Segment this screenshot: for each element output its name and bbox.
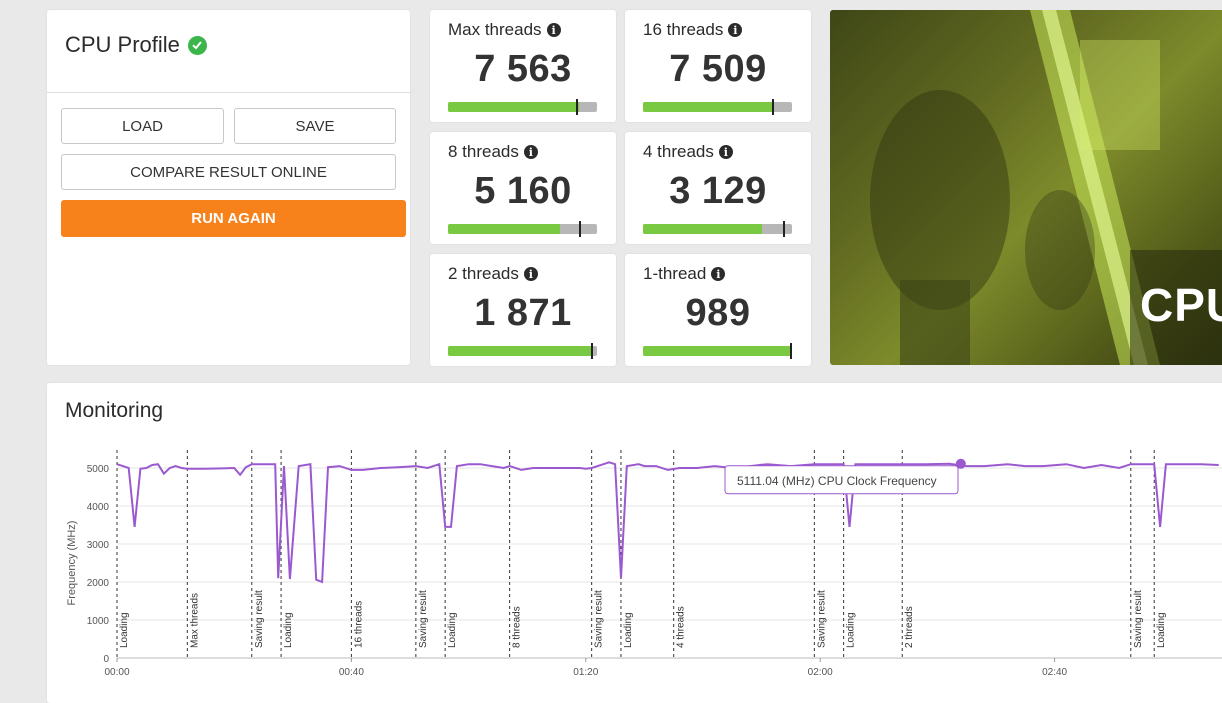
load-button[interactable]: LOAD <box>61 108 224 144</box>
cpu-profile-card: CPU Profile LOAD SAVE COMPARE RESULT ONL… <box>47 10 410 365</box>
score-bar-fill <box>448 224 560 234</box>
phase-marker-label: 4 threads <box>676 606 687 648</box>
score-bar-marker <box>790 343 792 359</box>
divider <box>47 92 410 93</box>
info-icon[interactable]: i <box>523 267 538 281</box>
score-bar-marker <box>782 221 785 237</box>
phase-marker-label: Saving result <box>594 590 605 648</box>
score-bar <box>448 343 597 359</box>
score-bar <box>448 99 597 115</box>
info-icon[interactable]: i <box>711 267 726 281</box>
profile-title: CPU Profile <box>65 32 207 58</box>
score-value: 3 129 <box>669 170 767 212</box>
y-tick-label: 2000 <box>87 578 110 589</box>
score-value: 7 509 <box>669 48 767 90</box>
phase-marker-label: Loading <box>846 612 857 648</box>
x-tick-label: 02:00 <box>808 667 833 678</box>
score-bar-marker <box>772 99 775 115</box>
score-bar-marker <box>590 343 593 359</box>
score-label: 2 threads <box>448 264 519 283</box>
score-bar <box>643 221 792 237</box>
score-bar <box>448 221 597 237</box>
frequency-series-line <box>116 461 1219 584</box>
score-bar-fill <box>643 346 792 356</box>
y-tick-label: 0 <box>103 654 109 665</box>
score-bar <box>643 99 792 115</box>
y-tick-label: 3000 <box>87 540 110 551</box>
score-bar-marker <box>578 221 581 237</box>
cpu-profile-hero-image: CPU <box>830 10 1222 365</box>
score-card-8-threads: 8 threads i 5 160 <box>430 132 616 244</box>
info-icon[interactable]: i <box>728 23 743 37</box>
info-icon[interactable]: i <box>523 145 538 159</box>
score-value: 1 871 <box>474 292 572 334</box>
phase-marker-label: Saving result <box>254 590 265 648</box>
score-label: 8 threads <box>448 142 519 161</box>
save-button[interactable]: SAVE <box>234 108 396 144</box>
profile-title-text: CPU Profile <box>65 32 180 57</box>
phase-marker-label: Loading <box>283 612 294 648</box>
x-tick-label: 00:00 <box>104 667 129 678</box>
score-bar-fill <box>448 102 580 112</box>
y-axis-label: Frequency (MHz) <box>66 521 78 606</box>
y-tick-label: 5000 <box>87 464 110 475</box>
tooltip-text: 5111.04 (MHz) CPU Clock Frequency <box>737 474 937 488</box>
x-tick-label: 00:40 <box>339 667 364 678</box>
phase-marker-label: Loading <box>119 612 130 648</box>
phase-marker-label: 8 threads <box>512 606 523 648</box>
monitoring-panel: Monitoring 0 1000 2000 3000 4000 5000 Frequenc… <box>47 383 1222 703</box>
phase-marker-label: Saving result <box>418 590 429 648</box>
score-card-1-thread: 1-thread i 989 <box>625 254 811 366</box>
score-bar-marker <box>575 99 578 115</box>
score-card-16-threads: 16 threads i 7 509 <box>625 10 811 122</box>
y-tick-label: 4000 <box>87 502 110 513</box>
info-icon[interactable]: i <box>546 23 561 37</box>
score-bar <box>643 343 792 359</box>
compare-result-online-button[interactable]: COMPARE RESULT ONLINE <box>61 154 396 190</box>
x-tick-label: 02:40 <box>1042 667 1067 678</box>
frequency-chart: 0 1000 2000 3000 4000 5000 Frequency (MHz) 00:0… <box>66 450 1222 678</box>
y-tick-label: 1000 <box>87 616 110 627</box>
score-card-4-threads: 4 threads i 3 129 <box>625 132 811 244</box>
check-icon <box>187 35 207 55</box>
hero-text: CPU <box>1140 279 1222 331</box>
score-label: 1-thread <box>643 264 707 283</box>
score-bar-fill <box>643 224 763 234</box>
score-card-2-threads: 2 threads i 1 871 <box>430 254 616 366</box>
phase-marker-label: Loading <box>1156 612 1167 648</box>
score-label: Max threads <box>448 20 542 39</box>
score-value: 7 563 <box>474 48 572 90</box>
phase-marker-label: 2 threads <box>904 606 915 648</box>
score-label: 16 threads <box>643 20 724 39</box>
phase-marker-label: 16 threads <box>353 601 364 648</box>
score-card-max-threads: Max threads i 7 563 <box>430 10 616 122</box>
score-bar-fill <box>643 102 773 112</box>
score-bar-fill <box>448 346 592 356</box>
phase-marker-label: Loading <box>447 612 458 648</box>
phase-marker-label: Max threads <box>189 593 200 648</box>
phase-marker-label: Saving result <box>816 590 827 648</box>
score-value: 5 160 <box>474 170 572 212</box>
score-label: 4 threads <box>643 142 714 161</box>
x-tick-label: 01:20 <box>573 667 598 678</box>
phase-marker-label: Saving result <box>1133 590 1144 648</box>
phase-marker-label: Loading <box>623 612 634 648</box>
run-again-button[interactable]: RUN AGAIN <box>61 200 406 237</box>
score-value: 989 <box>685 292 751 334</box>
info-icon[interactable]: i <box>718 145 733 159</box>
